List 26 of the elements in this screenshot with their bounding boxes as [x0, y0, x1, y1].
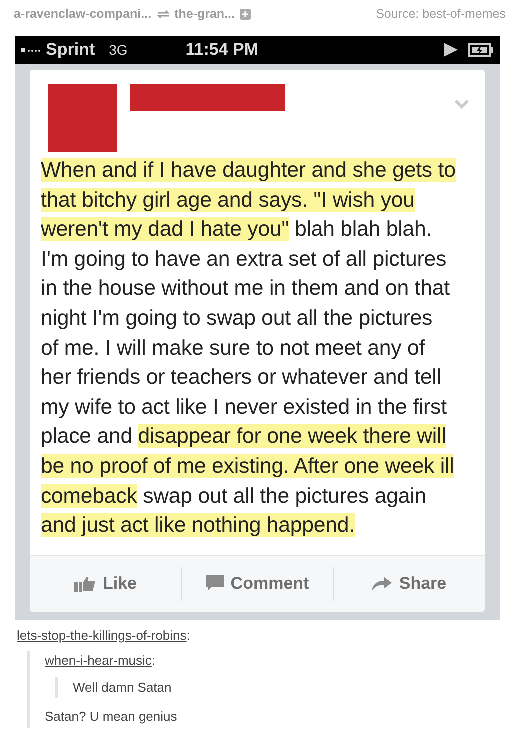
username-link[interactable]: when-i-hear-music: [45, 652, 152, 668]
plus-icon[interactable]: [240, 8, 251, 20]
share-button[interactable]: Share: [334, 564, 485, 604]
blog-name-link[interactable]: the-gran...: [174, 7, 235, 21]
carrier-name: Sprint: [46, 40, 96, 60]
blog-name-link[interactable]: a-ravenclaw-compani...: [14, 7, 152, 21]
source-link[interactable]: Source: best-of-memes: [376, 7, 506, 21]
thumbs-up-icon: [74, 576, 96, 592]
colon-text: :: [152, 652, 156, 668]
play-icon: [444, 43, 458, 57]
clock-time: 11:54 PM: [186, 40, 259, 60]
like-button[interactable]: Like: [30, 564, 181, 604]
network-type: 3G: [109, 42, 128, 58]
reblog-icon: [156, 8, 170, 20]
speech-bubble-icon: [206, 575, 224, 592]
battery-icon: [468, 43, 494, 57]
redaction-block: [48, 84, 117, 152]
signal-icon: [21, 47, 43, 53]
chevron-down-icon[interactable]: [455, 100, 469, 109]
reply-text: Satan? U mean genius: [45, 708, 178, 724]
arrow-icon: [372, 576, 392, 591]
comment-button[interactable]: Comment: [182, 564, 333, 604]
quote-text: Well damn Satan: [73, 680, 173, 695]
post-text: When and if I have daughter and she gets to that bitchy girl age and says. "I wish you weren't my dad I hate you" blah blah blah. I'm going to have an extra set of all pictures in the house without me in them and on that night I'm going to swap out all the pictures of me. I will make sure to not meet any of her friends or teachers or whatever and tell my wife to act like I never existed in the first place and disappear for one week there will be no proof of me existing. After one week ill comeback swap out all the pictures again and just act like nothing happend.: [40, 157, 457, 540]
username-link[interactable]: lets-stop-the-killings-of-robins: [17, 628, 187, 643]
colon-text: :: [186, 628, 190, 643]
